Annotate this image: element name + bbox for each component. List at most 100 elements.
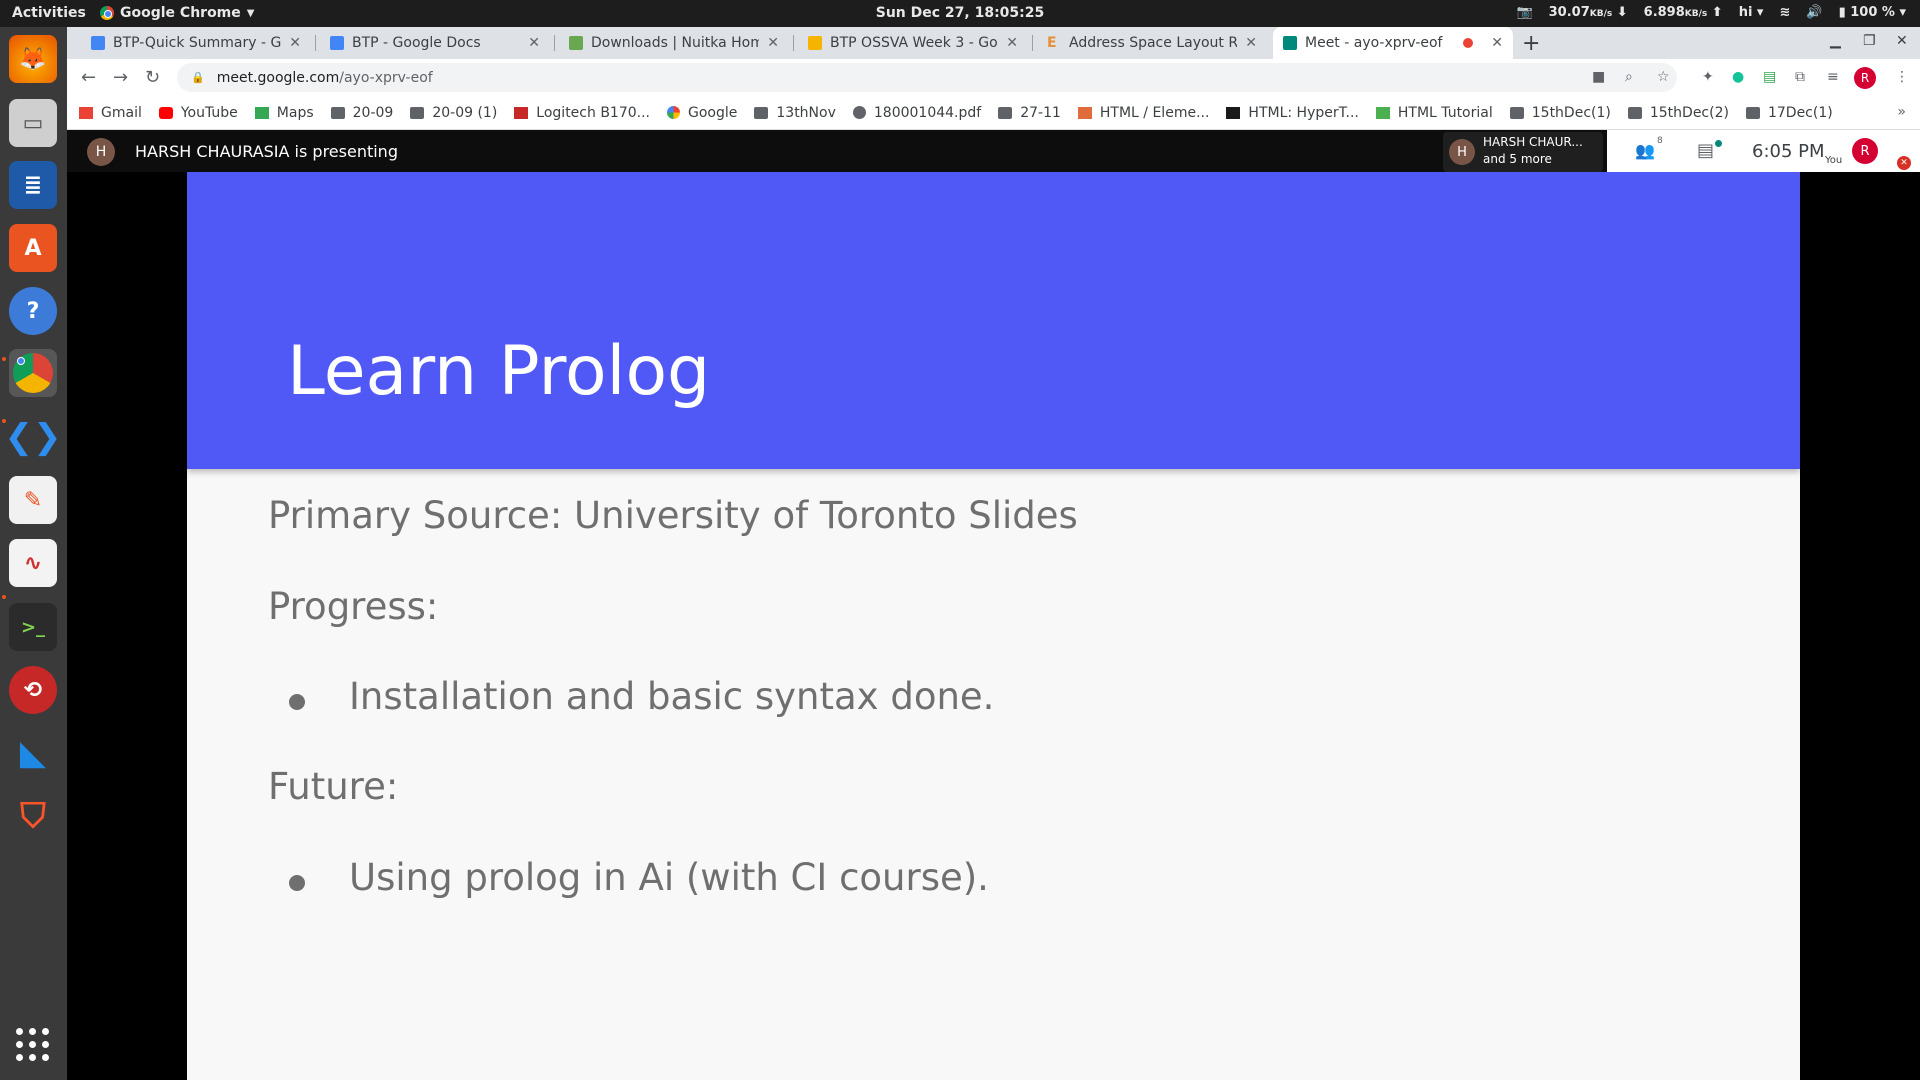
globe-icon bbox=[852, 106, 866, 119]
extension-icon[interactable]: ▤ bbox=[1763, 69, 1776, 85]
bookmark-maps[interactable]: Maps bbox=[254, 105, 314, 121]
restore-button[interactable]: ❐ bbox=[1863, 33, 1876, 49]
tab-btp-ossva-slides[interactable]: BTP OSSVA Week 3 - Goog ✕ bbox=[798, 27, 1028, 59]
app-menu[interactable]: Google Chrome ▼ bbox=[100, 5, 254, 21]
tab-title: BTP - Google Docs bbox=[352, 35, 481, 51]
bookmark-folder-17dec-1[interactable]: 17Dec(1) bbox=[1745, 105, 1833, 121]
zoom-icon[interactable]: ⌕ bbox=[1625, 69, 1633, 85]
bookmark-logitech[interactable]: Logitech B170... bbox=[514, 105, 650, 121]
grammarly-icon[interactable]: ● bbox=[1732, 69, 1744, 85]
bookmark-google[interactable]: Google bbox=[667, 105, 737, 121]
tab-btp-google-docs[interactable]: BTP - Google Docs ✕ bbox=[320, 27, 550, 59]
bookmark-folder-15thdec-2[interactable]: 15thDec(2) bbox=[1627, 105, 1729, 121]
system-clock[interactable]: Sun Dec 27, 18:05:25 bbox=[876, 5, 1045, 21]
running-indicator bbox=[2, 357, 6, 361]
terminal-icon[interactable]: >_ bbox=[9, 603, 57, 651]
help-icon[interactable]: ? bbox=[9, 287, 57, 335]
bookmark-folder-20-09[interactable]: 20-09 bbox=[330, 105, 393, 121]
activities-button[interactable]: Activities bbox=[12, 5, 86, 21]
slide-header: Learn Prolog bbox=[187, 172, 1800, 469]
bookmark-gmail[interactable]: Gmail bbox=[79, 105, 142, 121]
bookmark-folder-15thdec-1[interactable]: 15thDec(1) bbox=[1509, 105, 1611, 121]
google-slides-icon bbox=[808, 36, 822, 50]
bookmark-star-icon[interactable]: ☆ bbox=[1657, 69, 1670, 85]
close-icon[interactable]: ✕ bbox=[528, 35, 540, 51]
youtube-icon bbox=[158, 106, 173, 119]
more-options-icon[interactable]: ⋮ bbox=[1895, 69, 1909, 85]
firefox-icon[interactable]: 🦊 bbox=[9, 35, 57, 83]
back-button[interactable]: ← bbox=[81, 67, 96, 88]
meeting-time: 6:05 PM bbox=[1752, 141, 1825, 162]
battery-indicator: ▮ 100 % ▾ bbox=[1838, 5, 1906, 20]
tab-nuitka-downloads[interactable]: Downloads | Nuitka Home ✕ bbox=[559, 27, 789, 59]
extension-icon[interactable]: ✦ bbox=[1702, 69, 1714, 85]
google-meet-icon bbox=[1283, 36, 1297, 50]
vscode-icon[interactable]: ❮❯ bbox=[5, 413, 62, 461]
self-avatar[interactable]: R bbox=[1852, 138, 1878, 164]
wireshark-icon[interactable]: ◣ bbox=[9, 729, 57, 777]
close-icon[interactable]: ✕ bbox=[767, 35, 779, 51]
profile-avatar[interactable]: R bbox=[1854, 67, 1876, 89]
show-applications-icon[interactable] bbox=[16, 1028, 50, 1062]
new-tab-button[interactable]: + bbox=[1522, 31, 1540, 56]
extensions-puzzle-icon[interactable]: ⧉ bbox=[1795, 69, 1805, 85]
bookmark-folder-27-11[interactable]: 27-11 bbox=[998, 105, 1061, 121]
people-icon[interactable]: 👥 bbox=[1635, 141, 1655, 160]
tab-aslr[interactable]: E Address Space Layout Ran ✕ bbox=[1037, 27, 1267, 59]
bullet-icon bbox=[289, 875, 305, 891]
bookmark-folder-20-09-1[interactable]: 20-09 (1) bbox=[410, 105, 497, 121]
app-icon[interactable]: ⟲ bbox=[9, 666, 57, 714]
address-bar[interactable]: 🔒 meet.google.com/ayo-xprv-eof bbox=[177, 63, 1677, 92]
camera-icon[interactable]: ■ bbox=[1592, 69, 1605, 85]
bookmarks-bar: Gmail YouTube Maps 20-09 20-09 (1) Logit… bbox=[67, 96, 1920, 130]
bookmark-html-tutorial[interactable]: HTML Tutorial bbox=[1375, 105, 1493, 121]
chrome-dock-icon[interactable] bbox=[9, 349, 57, 397]
media-control-icon[interactable]: ≡ bbox=[1827, 69, 1839, 85]
url-path: /ayo-xprv-eof bbox=[339, 69, 433, 86]
slide-progress-heading: Progress: bbox=[268, 585, 439, 628]
document-viewer-icon[interactable]: ∿ bbox=[9, 539, 57, 587]
bookmark-folder-13thnov[interactable]: 13thNov bbox=[754, 105, 836, 121]
close-icon[interactable]: ✕ bbox=[1006, 35, 1018, 51]
tab-btp-quick-summary[interactable]: BTP-Quick Summary - Goo ✕ bbox=[81, 27, 311, 59]
close-icon[interactable]: ✕ bbox=[289, 35, 301, 51]
system-tray[interactable]: 📷 30.07KB/s ⬇ 6.898KB/s ⬆ hi ▾ ≋ 🔊 ▮ 100… bbox=[1516, 5, 1906, 20]
files-icon[interactable]: ▭ bbox=[9, 99, 57, 147]
bookmark-youtube[interactable]: YouTube bbox=[158, 105, 238, 121]
software-center-icon[interactable]: A bbox=[9, 224, 57, 272]
more-bookmarks-icon[interactable]: » bbox=[1897, 104, 1906, 120]
wifi-icon: ≋ bbox=[1779, 5, 1791, 20]
brave-icon[interactable]: ⛉ bbox=[9, 792, 57, 840]
presenter-avatar: H bbox=[87, 138, 115, 166]
participants-chip[interactable]: H HARSH CHAUR... and 5 more bbox=[1443, 132, 1603, 172]
chrome-icon bbox=[13, 353, 53, 393]
minimize-button[interactable]: ▁ bbox=[1830, 33, 1841, 49]
tab-google-meet[interactable]: Meet - ayo-xprv-eof ✕ bbox=[1273, 27, 1513, 59]
mdn-icon bbox=[1226, 106, 1241, 119]
letter-e-icon: E bbox=[1047, 35, 1057, 51]
presenting-bar: H HARSH CHAURASIA is presenting H HARSH … bbox=[67, 130, 1920, 172]
close-icon[interactable]: ✕ bbox=[1245, 35, 1257, 51]
libreoffice-writer-icon[interactable]: ≣ bbox=[9, 161, 57, 209]
system-top-bar: Activities Google Chrome ▼ Sun Dec 27, 1… bbox=[0, 0, 1920, 27]
close-window-button[interactable]: ✕ bbox=[1896, 33, 1908, 49]
reload-button[interactable]: ↻ bbox=[145, 67, 160, 88]
bookmark-pdf[interactable]: 180001044.pdf bbox=[852, 105, 981, 121]
gmail-icon bbox=[79, 106, 93, 119]
maps-icon bbox=[254, 106, 269, 119]
slide-title: Learn Prolog bbox=[287, 332, 711, 411]
mic-muted-icon: ✕ bbox=[1897, 156, 1911, 170]
tab-strip: BTP-Quick Summary - Goo ✕ BTP - Google D… bbox=[67, 27, 1920, 59]
text-editor-icon[interactable]: ✎ bbox=[9, 476, 57, 524]
chat-notification-dot bbox=[1715, 140, 1722, 147]
language-indicator[interactable]: hi ▾ bbox=[1739, 5, 1764, 20]
bookmark-html-elements[interactable]: HTML / Eleme... bbox=[1077, 105, 1209, 121]
chat-icon[interactable]: ▤ bbox=[1697, 140, 1714, 161]
tab-title: BTP-Quick Summary - Goo bbox=[113, 35, 282, 51]
google-docs-icon bbox=[330, 36, 344, 50]
forward-button[interactable]: → bbox=[113, 67, 128, 88]
close-icon[interactable]: ✕ bbox=[1491, 35, 1503, 51]
bookmark-html-hypertext[interactable]: HTML: HyperT... bbox=[1226, 105, 1359, 121]
chevron-down-icon: ▼ bbox=[246, 7, 255, 19]
folder-icon bbox=[1745, 106, 1760, 119]
